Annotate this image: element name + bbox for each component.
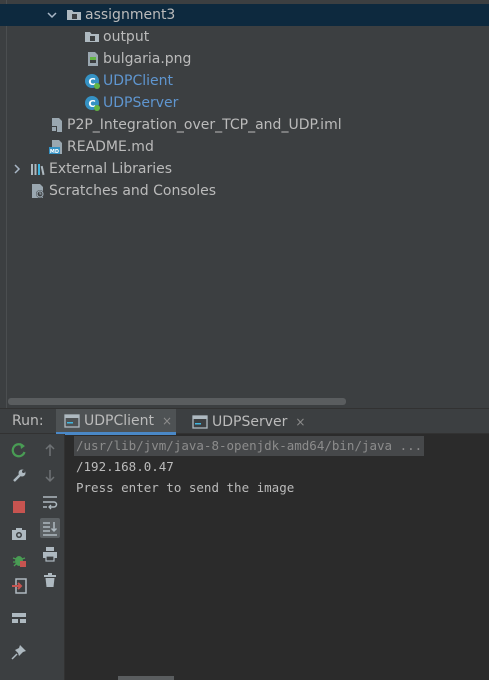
tree-item-label: P2P_Integration_over_TCP_and_UDP.iml: [67, 117, 342, 133]
console-output[interactable]: /usr/lib/jvm/java-8-openjdk-amd64/bin/ja…: [64, 434, 489, 680]
tree-item-label: assignment3: [85, 7, 176, 23]
java-class-icon: C: [84, 95, 100, 111]
tree-item-udpclient[interactable]: C UDPClient: [0, 70, 489, 92]
console-line: Press enter to send the image: [76, 480, 295, 495]
soft-wrap-icon[interactable]: [40, 492, 60, 512]
tree-item-label: bulgaria.png: [103, 51, 192, 67]
tab-udpclient[interactable]: UDPClient ×: [56, 409, 176, 435]
tree-item-output[interactable]: output: [0, 26, 489, 48]
pin-icon[interactable]: [9, 642, 29, 662]
tree-item-external-libraries[interactable]: External Libraries: [0, 158, 489, 180]
scratches-icon: [30, 183, 46, 199]
tree-horizontal-scrollbar[interactable]: [8, 398, 346, 405]
markdown-file-icon: MD: [48, 139, 64, 155]
console-command-line[interactable]: /usr/lib/jvm/java-8-openjdk-amd64/bin/ja…: [74, 436, 425, 456]
close-icon[interactable]: ×: [295, 415, 305, 429]
print-icon[interactable]: [40, 544, 60, 564]
chevron-right-icon[interactable]: [11, 163, 23, 175]
console-tab-icon: [64, 413, 80, 429]
run-label: Run:: [12, 413, 44, 429]
arrow-down-icon[interactable]: [40, 466, 60, 486]
tree-item-label: README.md: [67, 139, 154, 155]
chevron-down-icon[interactable]: [46, 9, 58, 21]
tree-item-label: UDPClient: [103, 73, 173, 89]
folder-icon: [84, 29, 100, 45]
tree-item-label: External Libraries: [49, 161, 172, 177]
java-class-icon: C: [84, 73, 100, 89]
run-toolbar-secondary: [36, 434, 65, 680]
arrow-up-icon[interactable]: [40, 440, 60, 460]
tab-label: UDPClient: [84, 412, 154, 429]
scroll-to-end-icon[interactable]: [40, 518, 60, 538]
tree-item-bulgaria-png[interactable]: bulgaria.png: [0, 48, 489, 70]
console-tab-icon: [192, 414, 208, 430]
tree-item-iml[interactable]: P2P_Integration_over_TCP_and_UDP.iml: [0, 114, 489, 136]
image-file-icon: [85, 51, 101, 67]
run-header: Run: UDPClient × UDPServer ×: [0, 408, 489, 435]
libraries-icon: [30, 161, 46, 177]
tab-label: UDPServer: [212, 414, 288, 430]
tree-item-readme[interactable]: MD README.md: [0, 136, 489, 158]
run-toolbar-primary: [0, 434, 36, 680]
debug-bug-icon[interactable]: [9, 550, 29, 570]
project-tree: assignment3 output bulgaria.png C UDPCli…: [0, 0, 489, 408]
tab-udpserver[interactable]: UDPServer ×: [184, 409, 305, 435]
stop-button[interactable]: [9, 497, 29, 517]
tree-item-label: Scratches and Consoles: [49, 183, 216, 199]
run-panel: Run: UDPClient × UDPServer × /usr/lib/jv…: [0, 408, 489, 680]
camera-icon[interactable]: [9, 524, 29, 544]
close-icon[interactable]: ×: [162, 414, 172, 428]
trash-icon[interactable]: [40, 570, 60, 590]
svg-text:MD: MD: [50, 149, 59, 155]
tree-item-udpserver[interactable]: C UDPServer: [0, 92, 489, 114]
rerun-button[interactable]: [9, 440, 29, 460]
console-line: /192.168.0.47: [76, 459, 174, 474]
layout-icon[interactable]: [9, 608, 29, 628]
tree-item-label: UDPServer: [103, 95, 179, 111]
wrench-icon[interactable]: [9, 466, 29, 486]
console-horizontal-scrollbar[interactable]: [118, 676, 174, 680]
exit-icon[interactable]: [9, 576, 29, 596]
tree-item-assignment3[interactable]: assignment3: [0, 4, 489, 26]
module-file-icon: [49, 117, 65, 133]
tree-item-scratches[interactable]: Scratches and Consoles: [0, 180, 489, 202]
tree-item-label: output: [103, 29, 150, 45]
folder-icon: [66, 7, 82, 23]
